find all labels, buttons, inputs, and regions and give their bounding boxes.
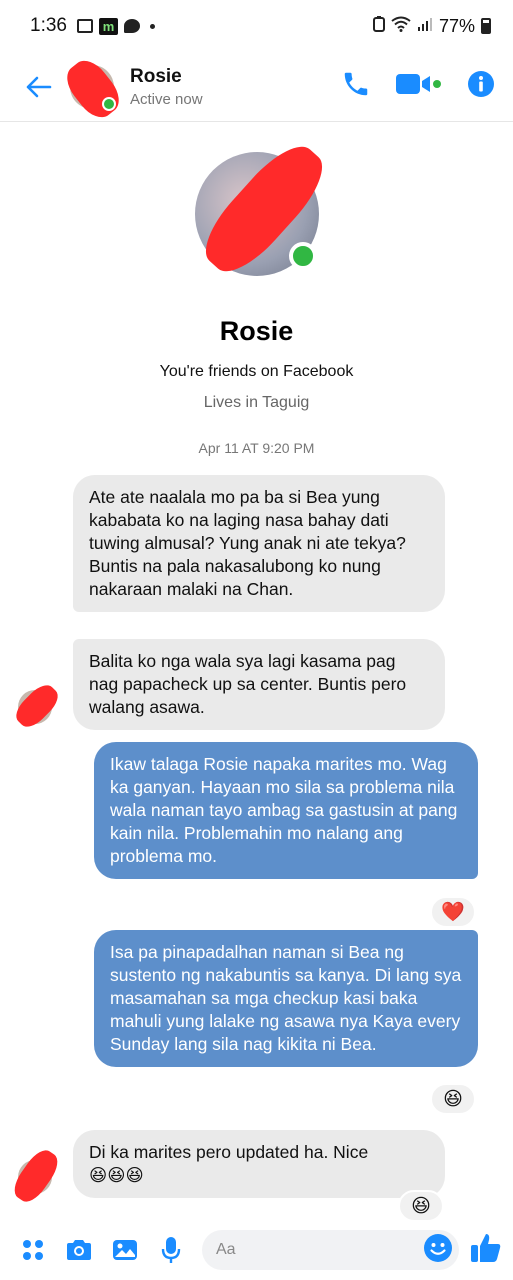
status-bar: 1:36 m 77% [0, 0, 513, 52]
smiley-icon [424, 1233, 452, 1262]
message-bubble-outgoing[interactable]: Ikaw talaga Rosie napaka marites mo. Wag… [94, 742, 478, 879]
message-bubble-outgoing[interactable]: Isa pa pinapadalhan naman si Bea ng sust… [94, 930, 478, 1067]
info-icon [468, 71, 494, 97]
camera-button[interactable] [64, 1235, 94, 1265]
grid-dots-icon [23, 1240, 43, 1260]
battery-saver-icon [372, 15, 385, 37]
active-status: Active now [130, 90, 203, 108]
location-text: Lives in Taguig [203, 394, 310, 411]
like-button[interactable] [469, 1231, 503, 1270]
back-button[interactable] [8, 57, 68, 117]
message-input[interactable] [216, 1241, 423, 1259]
message-timestamp: Apr 11 AT 9:20 PM [198, 440, 315, 456]
phone-icon [344, 72, 368, 96]
header-avatar[interactable] [59, 53, 127, 124]
message-text: Balita ko nga wala sya lagi kasama pag n… [89, 651, 407, 717]
message-input-container[interactable] [202, 1230, 459, 1270]
info-button[interactable] [467, 70, 495, 103]
signal-icon [417, 16, 433, 37]
more-actions-button[interactable] [18, 1235, 48, 1265]
sender-avatar[interactable] [10, 679, 64, 733]
reaction-badge[interactable]: 😆 [398, 1190, 444, 1222]
redaction-mark [8, 1145, 64, 1207]
more-notifications-icon [149, 23, 155, 29]
message-text: Isa pa pinapadalhan naman si Bea ng sust… [110, 942, 462, 1054]
chat-header: Rosie Active now [0, 52, 513, 124]
video-call-button[interactable] [395, 71, 443, 102]
sender-avatar[interactable] [8, 1145, 64, 1207]
laughing-reaction-icon: 😆 [411, 1195, 431, 1217]
laughing-reaction-icon: 😆 [443, 1088, 463, 1110]
profile-section: Rosie You're friends on Facebook Lives i… [0, 133, 513, 412]
message-bubble-incoming[interactable]: Ate ate naalala mo pa ba si Bea yung kab… [73, 475, 445, 612]
online-indicator [288, 242, 317, 270]
profile-name: Rosie [219, 316, 294, 346]
friends-status: You're friends on Facebook [159, 363, 354, 380]
message-text: Ate ate naalala mo pa ba si Bea yung kab… [89, 487, 406, 599]
reaction-badge[interactable]: ❤️ [430, 896, 476, 928]
message-text: Di ka marites pero updated ha. Nice [89, 1142, 369, 1162]
message-text: Ikaw talaga Rosie napaka marites mo. Wag… [110, 754, 458, 866]
reaction-badge[interactable]: 😆 [430, 1083, 476, 1115]
microphone-icon [161, 1237, 181, 1263]
chat-notification-icon [123, 19, 140, 33]
wifi-icon [391, 16, 411, 37]
heart-reaction-icon: ❤️ [441, 902, 465, 923]
audio-call-button[interactable] [341, 69, 371, 104]
voice-button[interactable] [156, 1235, 186, 1265]
header-actions [341, 69, 495, 104]
status-right: 77% [372, 15, 491, 37]
emoji-button[interactable] [423, 1233, 453, 1268]
redaction-mark [10, 679, 64, 733]
thumbs-up-icon [471, 1233, 501, 1262]
profile-avatar[interactable] [191, 133, 336, 285]
online-indicator [102, 96, 116, 111]
header-text[interactable]: Rosie Active now [130, 66, 203, 108]
message-composer [0, 1220, 513, 1280]
battery-percent: 77% [438, 15, 475, 36]
gallery-button[interactable] [110, 1235, 140, 1265]
camera-icon [67, 1240, 91, 1260]
contact-name: Rosie [130, 65, 182, 87]
message-bubble-incoming[interactable]: Balita ko nga wala sya lagi kasama pag n… [73, 639, 445, 730]
message-bubble-incoming[interactable]: Di ka marites pero updated ha. Nice 😆😆😆 [73, 1130, 445, 1198]
status-time: 1:36 [30, 15, 67, 36]
image-icon [113, 1240, 137, 1260]
back-arrow-icon [26, 76, 52, 97]
message-emojis: 😆😆😆 [89, 1165, 144, 1185]
redaction-mark [59, 53, 127, 124]
app-notification-icon: m [98, 17, 118, 35]
battery-icon [481, 18, 491, 34]
gallery-notification-icon [76, 19, 93, 33]
video-camera-icon [396, 74, 441, 94]
